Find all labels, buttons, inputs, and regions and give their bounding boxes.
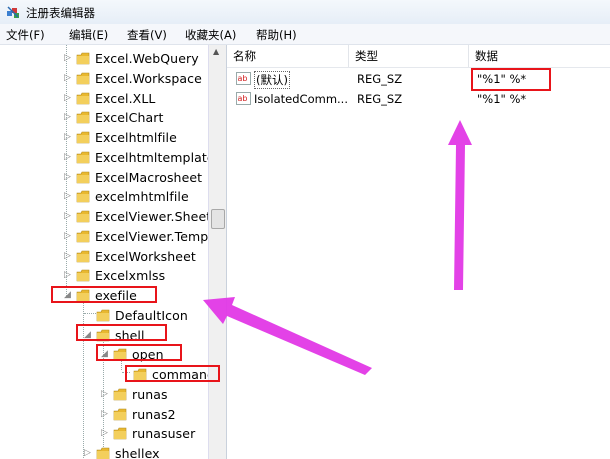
column-data[interactable]: 数据 bbox=[469, 45, 610, 67]
tree-item-label: runas2 bbox=[132, 406, 176, 422]
string-value-icon: ab bbox=[236, 72, 251, 85]
expand-icon[interactable]: ▷ bbox=[101, 409, 110, 420]
menu-view[interactable]: 查看(V) bbox=[127, 27, 167, 43]
folder-icon bbox=[76, 210, 90, 223]
tree-item-label: ExcelViewer.Templa bbox=[95, 228, 220, 244]
folder-icon bbox=[96, 447, 110, 459]
folder-icon bbox=[113, 388, 127, 401]
expand-icon[interactable]: ▷ bbox=[64, 93, 73, 104]
value-name: IsolatedComm... bbox=[254, 92, 348, 106]
value-type: REG_SZ bbox=[357, 92, 403, 106]
values-list[interactable]: 名称 类型 数据 ab (默认) REG_SZ "%1" %* ab Isola… bbox=[227, 45, 610, 459]
column-type[interactable]: 类型 bbox=[349, 45, 469, 67]
tree-item-label: ExcelViewer.Sheet.8 bbox=[95, 209, 224, 224]
folder-icon bbox=[76, 171, 90, 183]
tree-item-label: Excel.XLL bbox=[95, 90, 156, 106]
title-bar: 注册表编辑器 bbox=[0, 0, 610, 24]
folder-icon bbox=[113, 427, 127, 440]
tree-item-label: ExcelChart bbox=[95, 110, 164, 126]
folder-icon bbox=[76, 72, 90, 85]
folder-icon bbox=[76, 131, 90, 144]
expand-icon[interactable]: ▷ bbox=[64, 53, 73, 64]
expand-icon[interactable]: ▷ bbox=[64, 172, 73, 183]
regedit-icon bbox=[7, 6, 19, 18]
value-type: REG_SZ bbox=[357, 72, 403, 86]
tree-item-label: Excelxmlss bbox=[95, 268, 166, 284]
tree-item-label: Excel.Workspace bbox=[95, 70, 202, 86]
tree-item-label: Excelhtmltemplate bbox=[95, 149, 215, 165]
folder-icon bbox=[76, 151, 90, 164]
string-value-icon: ab bbox=[236, 92, 251, 105]
tree-item-label: ExcelWorksheet bbox=[95, 248, 196, 264]
folder-icon bbox=[76, 269, 90, 282]
window-title: 注册表编辑器 bbox=[26, 6, 95, 20]
tree-item-label: runas bbox=[132, 386, 168, 402]
tree-item-label: excelmhtmlfile bbox=[95, 189, 189, 205]
collapse-icon[interactable]: ◢ bbox=[64, 290, 73, 301]
folder-icon bbox=[113, 408, 127, 420]
folder-icon bbox=[133, 368, 147, 381]
tree-item-label: exefile bbox=[95, 288, 137, 303]
folder-icon bbox=[76, 250, 90, 262]
expand-icon[interactable]: ▷ bbox=[84, 448, 93, 459]
folder-icon bbox=[96, 329, 110, 341]
expand-icon[interactable]: ▷ bbox=[64, 270, 73, 281]
value-name: (默认) bbox=[254, 71, 290, 89]
collapse-icon[interactable]: ◢ bbox=[84, 330, 93, 341]
scroll-thumb[interactable] bbox=[211, 209, 225, 229]
tree-guide-line bbox=[83, 298, 84, 458]
tree-item-label: runasuser bbox=[132, 426, 196, 442]
folder-icon bbox=[76, 289, 90, 302]
menu-bar: 文件(F) 编辑(E) 查看(V) 收藏夹(A) 帮助(H) bbox=[0, 24, 610, 45]
folder-icon bbox=[76, 190, 90, 203]
tree-item-label: ExcelMacrosheet bbox=[95, 169, 203, 185]
menu-file[interactable]: 文件(F) bbox=[6, 27, 45, 43]
tree-item-label: open bbox=[132, 347, 164, 363]
folder-icon bbox=[113, 348, 127, 361]
list-item[interactable]: ab IsolatedComm... REG_SZ "%1" %* bbox=[227, 90, 610, 108]
folder-icon bbox=[96, 309, 110, 322]
expand-icon[interactable]: ▷ bbox=[64, 112, 73, 123]
column-name[interactable]: 名称 bbox=[227, 45, 349, 67]
svg-text:ab: ab bbox=[238, 74, 248, 83]
expand-icon[interactable]: ▷ bbox=[64, 132, 73, 143]
expand-icon[interactable]: ▷ bbox=[101, 428, 110, 439]
list-item[interactable]: ab (默认) REG_SZ "%1" %* bbox=[227, 70, 610, 89]
expand-icon[interactable]: ▷ bbox=[64, 211, 73, 222]
list-header: 名称 类型 数据 bbox=[227, 45, 610, 68]
expand-icon[interactable]: ▷ bbox=[64, 251, 73, 262]
tree-item-label: Excelhtmlfile bbox=[95, 130, 177, 145]
collapse-icon[interactable]: ◢ bbox=[101, 349, 110, 360]
menu-help[interactable]: 帮助(H) bbox=[256, 27, 297, 43]
scroll-up-icon[interactable]: ▲ bbox=[213, 47, 219, 56]
expand-icon[interactable]: ▷ bbox=[64, 73, 73, 84]
expand-icon[interactable]: ▷ bbox=[64, 152, 73, 163]
menu-edit[interactable]: 编辑(E) bbox=[69, 27, 108, 43]
tree-item-label: shell bbox=[115, 327, 145, 343]
expand-icon[interactable]: ▷ bbox=[101, 389, 110, 400]
expand-icon[interactable] bbox=[121, 369, 130, 380]
value-data: "%1" %* bbox=[477, 72, 527, 86]
svg-text:ab: ab bbox=[238, 94, 248, 103]
tree-item-label: DefaultIcon bbox=[115, 307, 188, 323]
tree-scrollbar[interactable]: ▲ bbox=[208, 45, 226, 459]
tree-item-label: Excel.WebQuery bbox=[95, 51, 199, 66]
value-data: "%1" %* bbox=[477, 92, 527, 106]
tree-item-label: command bbox=[152, 367, 216, 382]
folder-icon bbox=[76, 111, 90, 124]
registry-tree[interactable]: ▷ Excel.WebQuery ▷ Excel.Workspace ▷ Excel.XL… bbox=[0, 45, 227, 459]
folder-icon bbox=[76, 230, 90, 243]
expand-icon[interactable]: ▷ bbox=[64, 231, 73, 242]
folder-icon bbox=[76, 92, 90, 104]
menu-favorites[interactable]: 收藏夹(A) bbox=[185, 27, 236, 43]
expand-icon[interactable] bbox=[84, 310, 93, 321]
expand-icon[interactable]: ▷ bbox=[64, 191, 73, 202]
tree-item-label: shellex bbox=[115, 446, 160, 459]
folder-icon bbox=[76, 52, 90, 65]
